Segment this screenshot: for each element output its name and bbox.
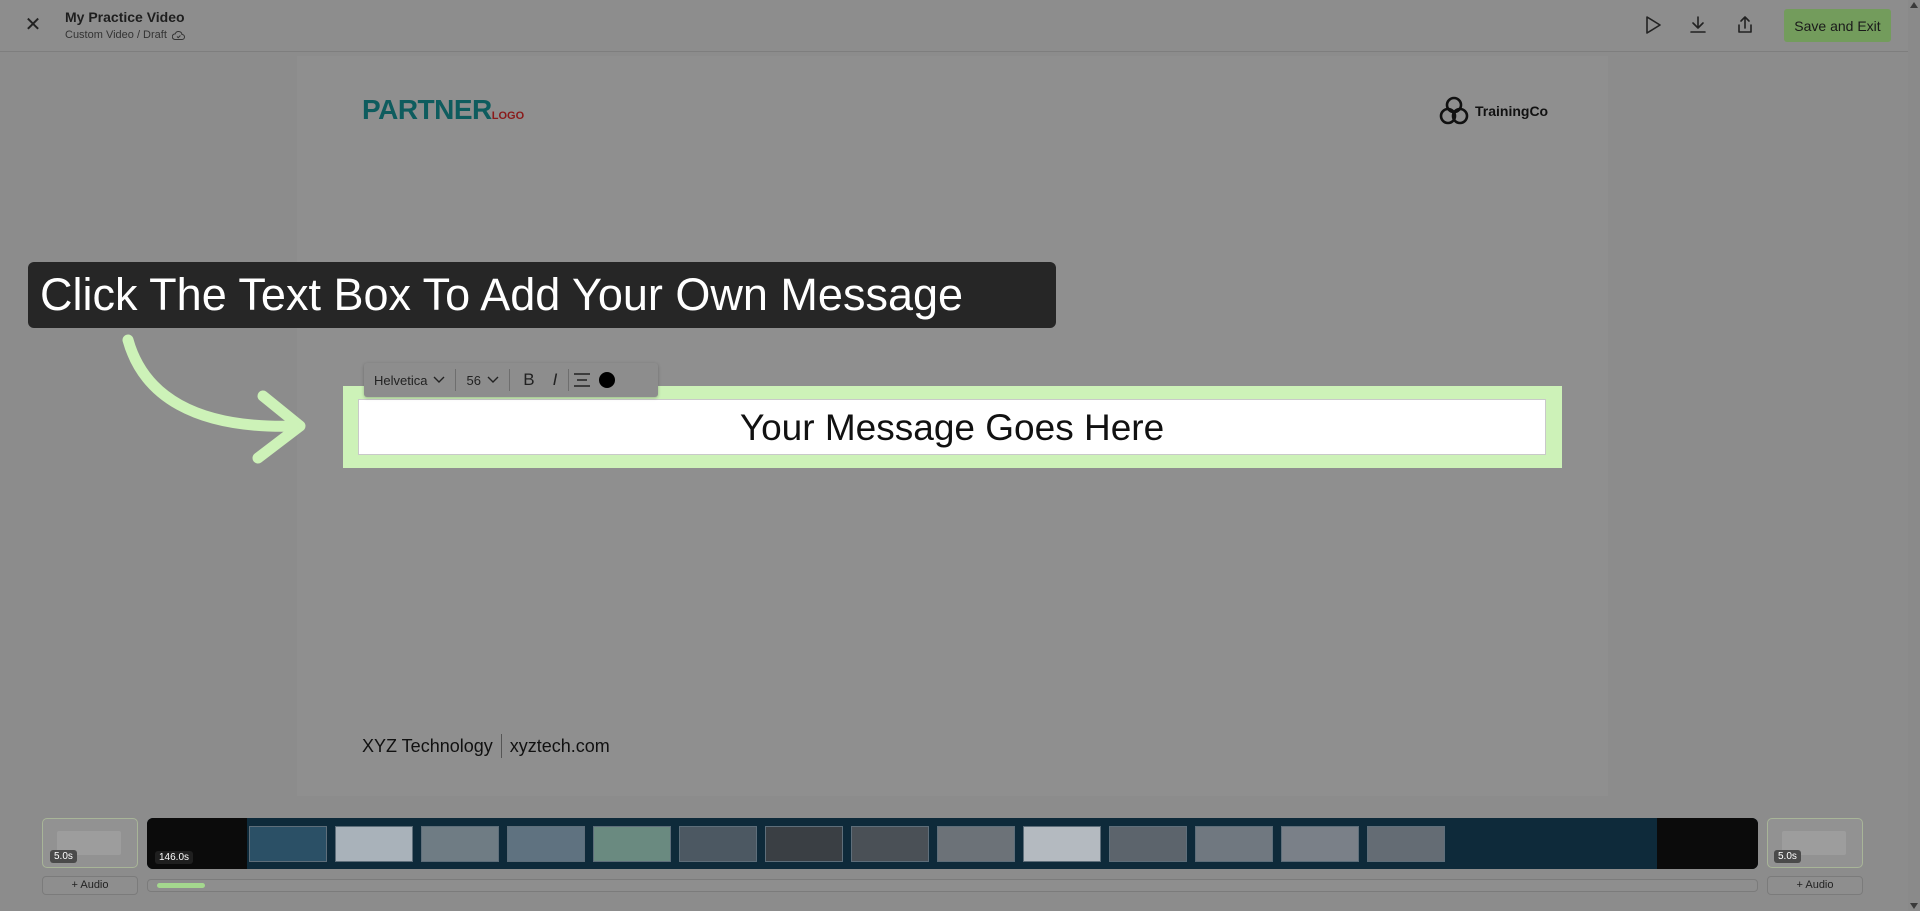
font-family-value: Helvetica (374, 372, 428, 388)
add-audio-label: Audio (1805, 879, 1834, 891)
timeline-frame (1281, 826, 1359, 862)
scroll-up-icon[interactable] (1910, 2, 1918, 8)
timeline-frame (1657, 818, 1758, 869)
text-format-toolbar: Helvetica 56 B I (364, 363, 658, 397)
video-timeline-strip[interactable]: 146.0s (147, 818, 1758, 869)
play-icon[interactable] (1640, 13, 1664, 37)
slide-footer: XYZ Technology xyztech.com (362, 734, 610, 758)
page-title: My Practice Video (65, 9, 185, 25)
timeline-frame (507, 826, 585, 862)
breadcrumb: Custom Video / Draft (65, 29, 185, 41)
close-icon[interactable]: ✕ (22, 14, 44, 36)
font-size-value: 56 (466, 372, 481, 388)
timeline-frame (1367, 826, 1445, 862)
audio-track-bar[interactable] (147, 879, 1758, 892)
download-icon[interactable] (1686, 13, 1710, 37)
save-and-exit-button[interactable]: Save and Exit (1784, 9, 1891, 42)
curved-arrow-icon (122, 334, 306, 464)
add-audio-button[interactable]: + Audio (1767, 876, 1863, 895)
bold-button[interactable]: B (516, 370, 542, 390)
trefoil-logo-icon (1439, 96, 1469, 125)
outro-duration-badge: 5.0s (1774, 850, 1801, 863)
breadcrumb-text: Custom Video / Draft (65, 29, 167, 41)
partner-logo-sub: LOGO (491, 110, 525, 122)
vertical-scrollbar[interactable] (1908, 0, 1920, 911)
main-duration-badge: 146.0s (155, 851, 194, 864)
font-family-select[interactable]: Helvetica (364, 363, 455, 397)
instruction-callout: Click The Text Box To Add Your Own Messa… (28, 262, 1056, 328)
font-size-select[interactable]: 56 (456, 373, 508, 388)
footer-company: XYZ Technology (362, 735, 493, 756)
timeline-frame (765, 826, 843, 862)
cloud-saved-icon (171, 30, 185, 40)
brand-logo: TrainingCo (1437, 94, 1548, 128)
align-center-icon[interactable] (569, 371, 595, 389)
italic-button[interactable]: I (542, 370, 568, 390)
timeline-frame (679, 826, 757, 862)
brand-name: TrainingCo (1475, 103, 1549, 119)
top-bar: ✕ My Practice Video Custom Video / Draft… (0, 0, 1920, 52)
timeline-frame (1023, 826, 1101, 862)
message-text-box[interactable]: Your Message Goes Here (358, 399, 1546, 455)
footer-divider (500, 734, 502, 758)
add-audio-label: Audio (80, 879, 109, 891)
timeline-frame (1195, 826, 1273, 862)
toolbar-divider (508, 369, 510, 391)
scroll-down-icon[interactable] (1910, 903, 1918, 909)
timeline-frame (1109, 826, 1187, 862)
partner-logo-main: PARTNER (362, 94, 492, 125)
footer-url: xyztech.com (509, 735, 610, 756)
add-audio-button[interactable]: + Audio (42, 876, 138, 895)
timeline-frame (593, 826, 671, 862)
intro-duration-badge: 5.0s (50, 850, 77, 863)
text-color-swatch[interactable] (598, 372, 615, 388)
chevron-down-icon (433, 376, 445, 383)
chevron-down-icon (487, 376, 499, 383)
partner-logo: PARTNERLOGO (362, 94, 524, 126)
share-icon[interactable] (1733, 13, 1757, 37)
audio-track-fill (157, 883, 205, 888)
timeline-frame (851, 826, 929, 862)
timeline-frame (937, 826, 1015, 862)
timeline-frame (421, 826, 499, 862)
timeline-frame (249, 826, 327, 862)
timeline-frame (335, 826, 413, 862)
